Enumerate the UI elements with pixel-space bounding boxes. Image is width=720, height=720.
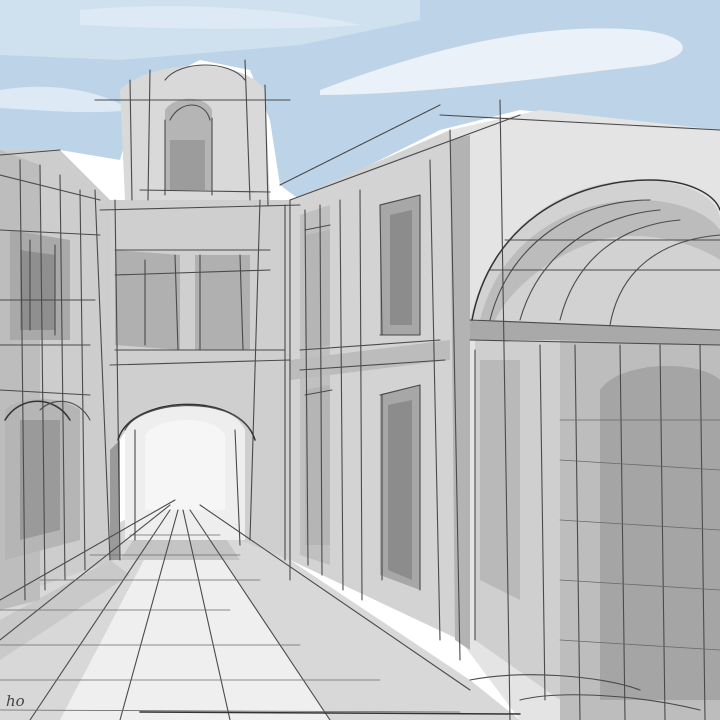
sketch-scene <box>0 0 720 720</box>
left-building <box>0 150 115 610</box>
artist-signature: ho <box>6 692 25 710</box>
right-building <box>450 110 720 720</box>
